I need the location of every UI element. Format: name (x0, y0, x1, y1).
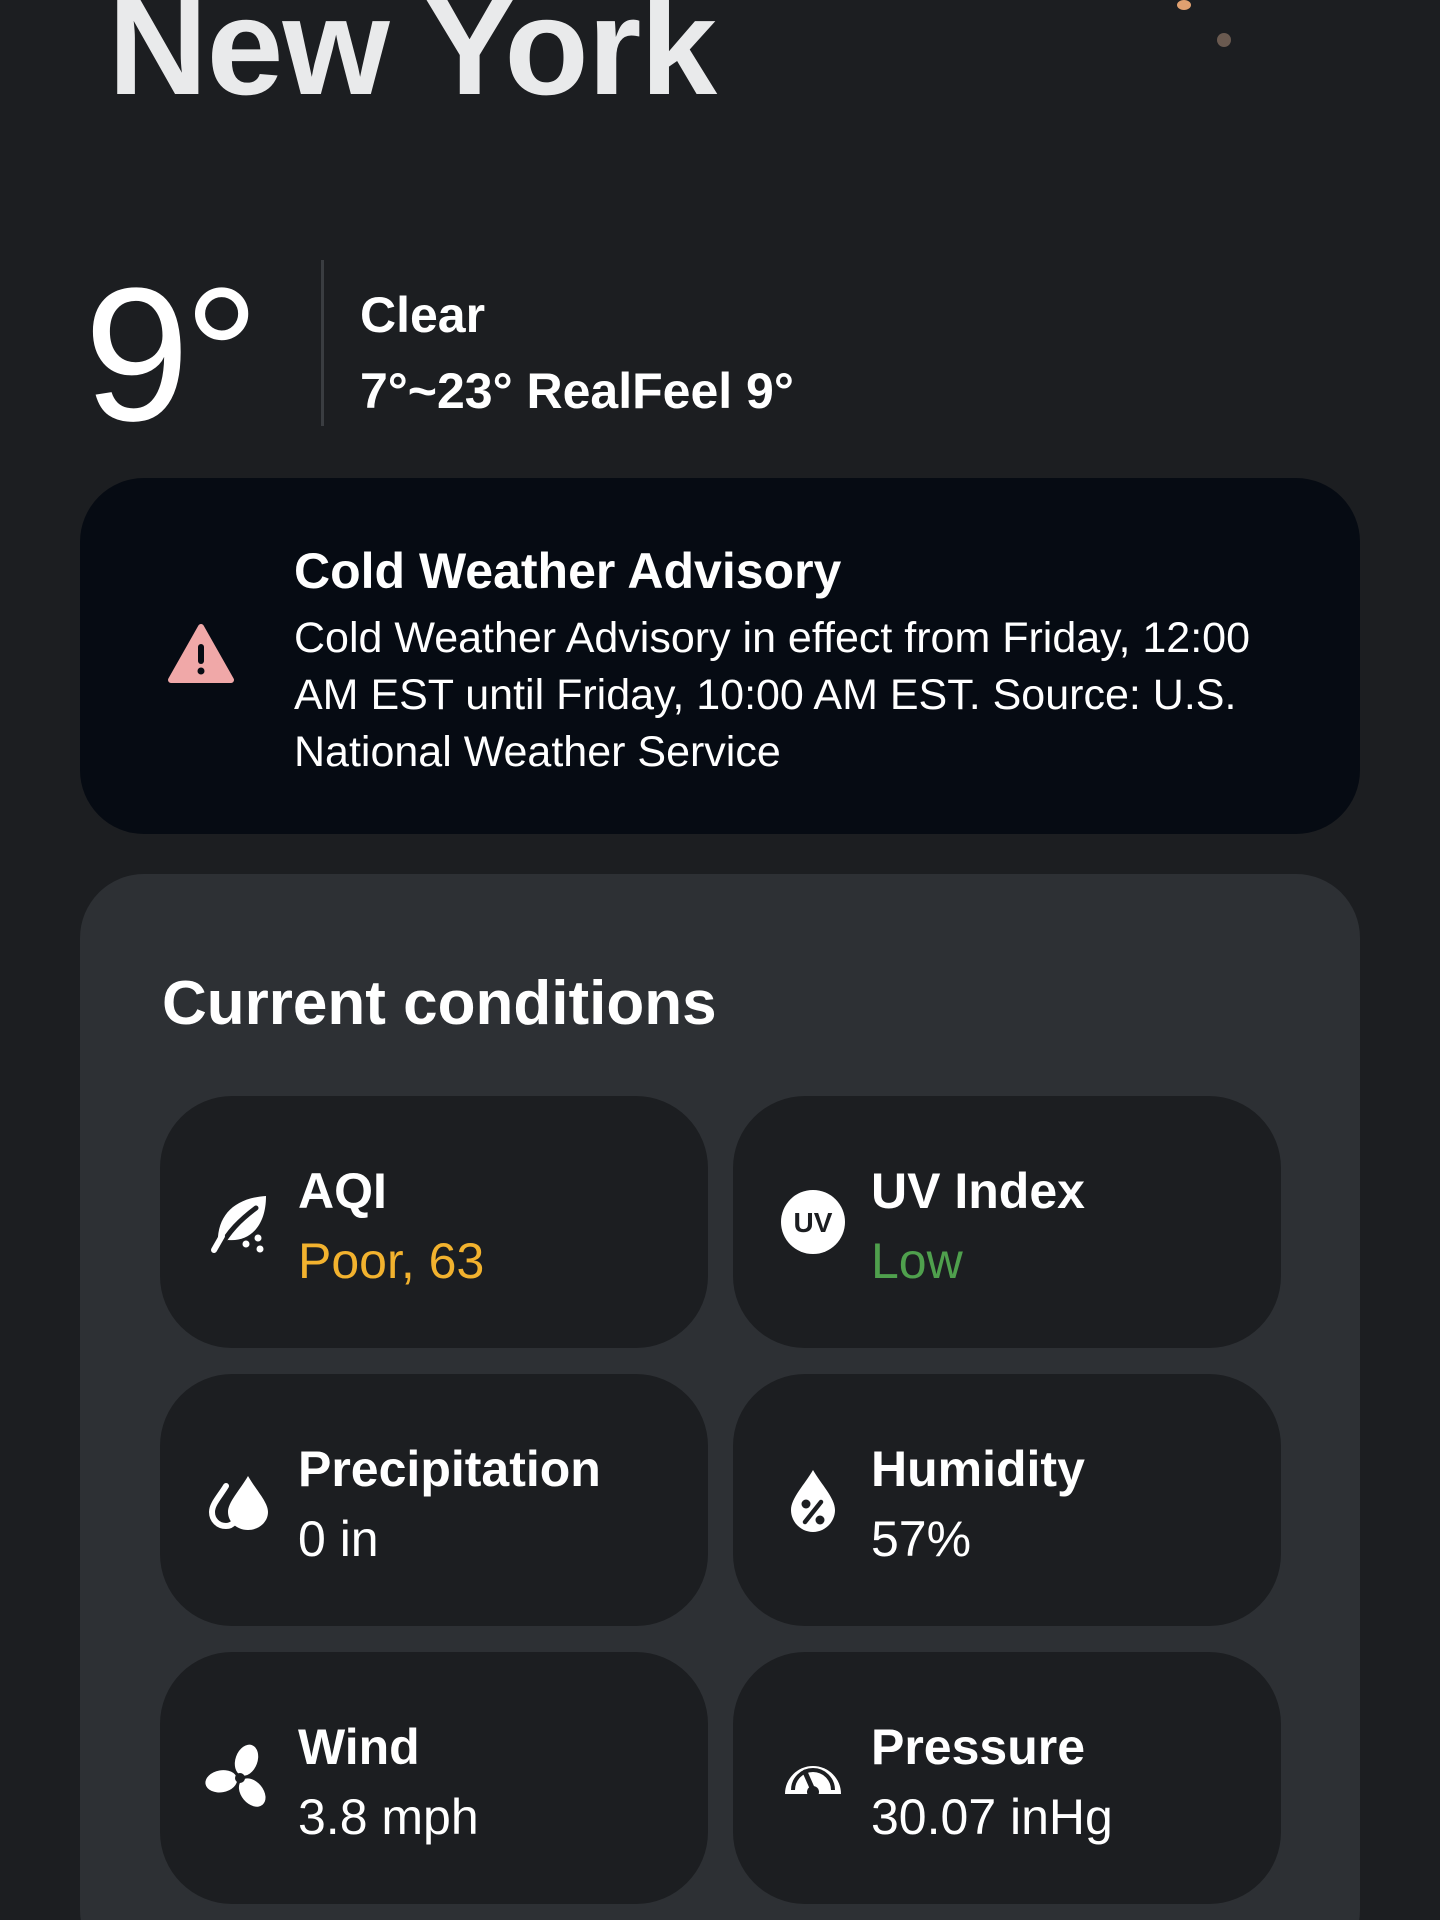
tile-uv-index[interactable]: UV UV Index Low (733, 1096, 1281, 1348)
tile-label: Precipitation (298, 1441, 601, 1497)
humidity-icon (791, 1470, 835, 1532)
tile-value: 30.07 inHg (871, 1789, 1113, 1845)
tile-label: Humidity (871, 1441, 1085, 1497)
tile-value: 3.8 mph (298, 1789, 479, 1845)
weather-condition: Clear (360, 287, 486, 343)
current-conditions-panel: Current conditions AQI Poor, 63 UV UV In… (80, 874, 1360, 1920)
temperature-range-realfeel: 7°~23° RealFeel 9° (360, 363, 794, 419)
tile-value: Low (871, 1233, 963, 1289)
temperature-divider (321, 260, 324, 426)
decorative-dot (1177, 0, 1191, 10)
weather-alert-card[interactable]: Cold Weather Advisory Cold Weather Advis… (80, 478, 1360, 834)
tile-label: AQI (298, 1163, 387, 1219)
alert-title: Cold Weather Advisory (294, 543, 842, 599)
weather-page: New York 9° Clear 7°~23° RealFeel 9° Col… (0, 0, 1440, 1920)
current-temperature: 9° (84, 249, 260, 461)
tile-humidity[interactable]: Humidity 57% (733, 1374, 1281, 1626)
svg-text:UV: UV (794, 1207, 833, 1238)
section-title: Current conditions (162, 969, 717, 1038)
tile-aqi[interactable]: AQI Poor, 63 (160, 1096, 708, 1348)
tile-pressure[interactable]: Pressure 30.07 inHg (733, 1652, 1281, 1904)
uv-icon: UV (781, 1190, 845, 1254)
gauge-icon (785, 1766, 841, 1798)
tile-value: 57% (871, 1511, 972, 1567)
tile-label: Pressure (871, 1719, 1086, 1775)
fan-icon (205, 1744, 266, 1807)
tile-value: Poor, 63 (298, 1233, 485, 1289)
alert-description: Cold Weather Advisory in effect from Fri… (294, 614, 1250, 776)
tile-wind[interactable]: Wind 3.8 mph (160, 1652, 708, 1904)
city-name[interactable]: New York (108, 0, 717, 116)
tile-label: UV Index (871, 1163, 1085, 1219)
tile-precipitation[interactable]: Precipitation 0 in (160, 1374, 708, 1626)
tile-value: 0 in (298, 1511, 379, 1567)
drops-icon (208, 1476, 268, 1530)
decorative-dot (1217, 33, 1231, 47)
warning-triangle-icon (168, 624, 234, 683)
leaf-icon (211, 1196, 266, 1253)
tile-label: Wind (298, 1719, 420, 1775)
